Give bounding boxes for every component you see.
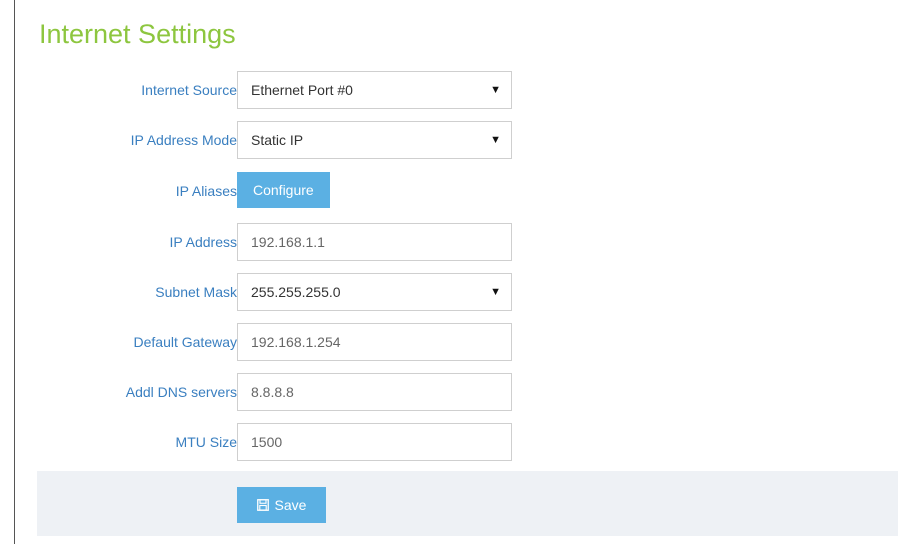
internet-source-label: Internet Source bbox=[141, 82, 237, 98]
dropdown-arrow-icon: ▼ bbox=[490, 84, 501, 96]
subnet-mask-label: Subnet Mask bbox=[155, 284, 237, 300]
ip-address-label: IP Address bbox=[169, 234, 237, 250]
mtu-size-label: MTU Size bbox=[175, 434, 237, 450]
ip-address-mode-label: IP Address Mode bbox=[130, 132, 237, 148]
ip-aliases-row: IP Aliases Configure bbox=[15, 172, 898, 210]
page-title: Internet Settings bbox=[39, 19, 236, 49]
internet-source-select[interactable]: Ethernet Port #0 ▼ bbox=[237, 71, 512, 109]
dropdown-arrow-icon: ▼ bbox=[490, 286, 501, 298]
default-gateway-label: Default Gateway bbox=[133, 334, 238, 350]
dns-servers-row: Addl DNS servers 8.8.8.8 bbox=[15, 373, 898, 411]
ip-address-input[interactable]: 192.168.1.1 bbox=[237, 223, 512, 261]
ip-address-mode-value: Static IP bbox=[251, 132, 304, 148]
floppy-disk-icon bbox=[256, 499, 269, 511]
dropdown-arrow-icon: ▼ bbox=[490, 134, 501, 146]
settings-panel: Internet Settings Internet Source Ethern… bbox=[14, 0, 898, 544]
subnet-mask-row: Subnet Mask 255.255.255.0 ▼ bbox=[15, 273, 898, 311]
default-gateway-row: Default Gateway 192.168.1.254 bbox=[15, 323, 898, 361]
form-footer: Save bbox=[37, 471, 898, 536]
subnet-mask-select[interactable]: 255.255.255.0 ▼ bbox=[237, 273, 512, 311]
mtu-size-row: MTU Size 1500 bbox=[15, 423, 898, 461]
subnet-mask-value: 255.255.255.0 bbox=[251, 284, 341, 300]
ip-aliases-label: IP Aliases bbox=[175, 183, 237, 199]
default-gateway-input[interactable]: 192.168.1.254 bbox=[237, 323, 512, 361]
ip-address-mode-select[interactable]: Static IP ▼ bbox=[237, 121, 512, 159]
ip-address-mode-row: IP Address Mode Static IP ▼ bbox=[15, 121, 898, 159]
internet-source-row: Internet Source Ethernet Port #0 ▼ bbox=[15, 71, 898, 109]
ip-address-row: IP Address 192.168.1.1 bbox=[15, 223, 898, 261]
save-button-label: Save bbox=[274, 497, 307, 513]
mtu-size-input[interactable]: 1500 bbox=[237, 423, 512, 461]
configure-button[interactable]: Configure bbox=[237, 172, 330, 208]
dns-servers-input[interactable]: 8.8.8.8 bbox=[237, 373, 512, 411]
internet-source-value: Ethernet Port #0 bbox=[251, 82, 353, 98]
dns-servers-label: Addl DNS servers bbox=[125, 384, 237, 400]
save-button[interactable]: Save bbox=[237, 487, 326, 523]
